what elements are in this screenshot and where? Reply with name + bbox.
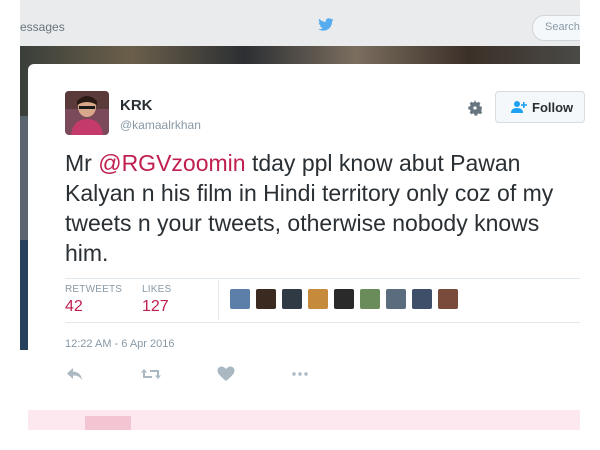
liker-avatar-4[interactable] [308,289,328,309]
stat-divider [218,280,219,320]
author-handle[interactable]: @kamaalrkhan [120,118,201,132]
search-placeholder: Search [545,21,580,33]
follow-label: Follow [532,100,574,115]
retweets-count: 42 [65,298,83,315]
follow-button[interactable]: Follow [495,91,585,123]
stats-divider-top [65,278,580,279]
tweet-card: KRK @kamaalrkhan Follow Mr @RGVzoomin td… [28,64,585,430]
like-heart-icon[interactable] [216,365,236,383]
reply-icon[interactable] [65,365,85,383]
tweet-timestamp[interactable]: 12:22 AM - 6 Apr 2016 [65,338,174,350]
twitter-bird-icon[interactable] [317,18,335,32]
nav-messages-link[interactable]: essages [20,20,65,34]
author-name[interactable]: KRK [120,97,153,114]
retweets-stat[interactable]: RETWEETS 42 [65,284,122,316]
tweet-text-prefix: Mr [65,150,99,176]
tweet-text: Mr @RGVzoomin tday ppl know abut Pawan K… [65,148,570,268]
liker-avatar-8[interactable] [412,289,432,309]
liker-avatar-6[interactable] [360,289,380,309]
more-dots-icon[interactable] [290,365,310,383]
add-user-icon [511,101,527,113]
mention-link[interactable]: @RGVzoomin [98,150,245,176]
twitter-top-bar: essages Search [20,0,580,46]
likes-count: 127 [142,298,169,315]
background-strip [20,240,28,350]
liker-avatar-5[interactable] [334,289,354,309]
author-avatar[interactable] [65,91,109,135]
search-input[interactable]: Search [532,15,580,41]
stats-divider-bottom [65,322,580,323]
liker-avatar-9[interactable] [438,289,458,309]
liker-avatar-3[interactable] [282,289,302,309]
background-bottom [20,350,28,430]
liker-avatar-7[interactable] [386,289,406,309]
reply-avatar-edge [85,416,131,430]
liker-avatar-2[interactable] [256,289,276,309]
gear-icon[interactable] [466,99,484,117]
liker-avatar-1[interactable] [230,289,250,309]
likes-label: LIKES [142,284,172,295]
likes-stat[interactable]: LIKES 127 [142,284,171,316]
retweet-icon[interactable] [140,365,162,383]
retweets-label: RETWEETS [65,284,123,295]
